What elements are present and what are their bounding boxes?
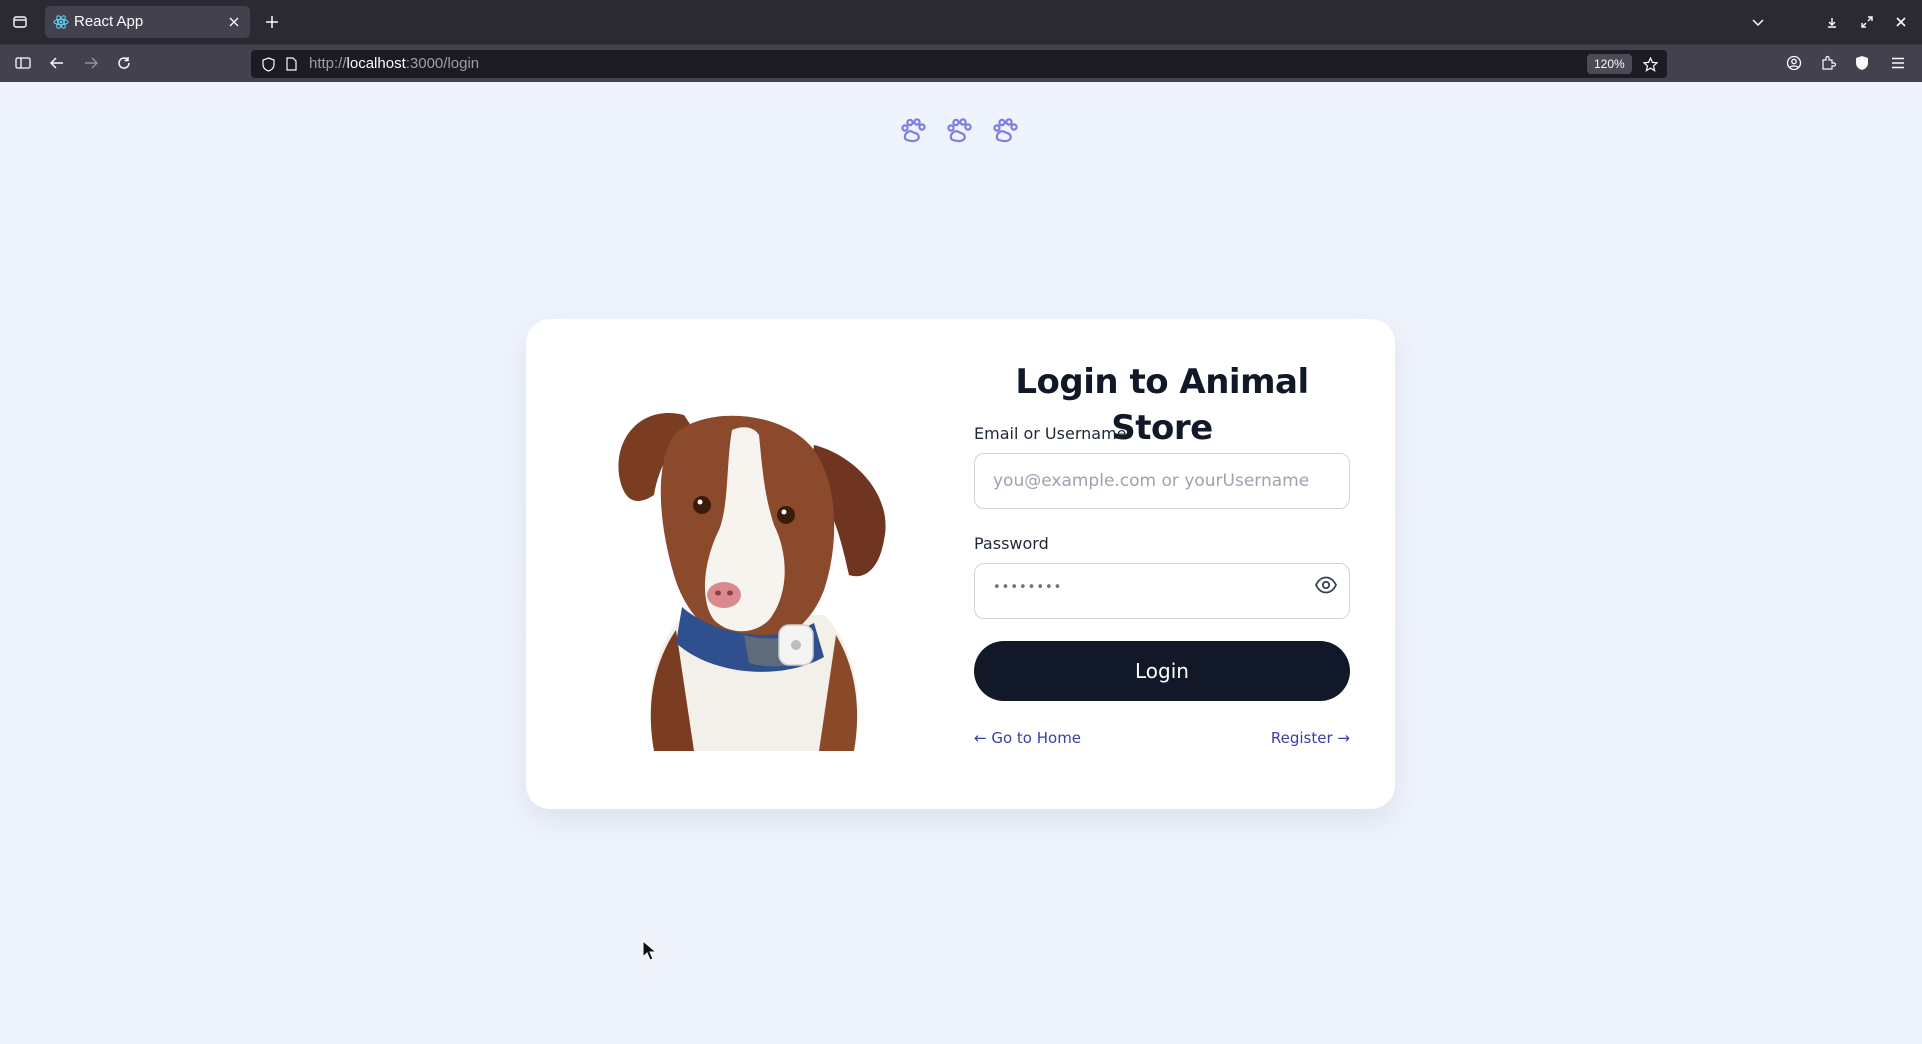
page-viewport: Login to Animal Store Email or Username … bbox=[0, 82, 1922, 1044]
register-link[interactable]: Register → bbox=[1271, 729, 1350, 747]
paw-decoration bbox=[900, 117, 1018, 151]
dog-illustration bbox=[618, 413, 886, 751]
extensions-icon[interactable] bbox=[1818, 53, 1838, 73]
tab-overview-icon[interactable] bbox=[10, 12, 30, 32]
form-links: ← Go to Home Register → bbox=[974, 729, 1350, 747]
page-title: Login to Animal Store bbox=[1015, 362, 1309, 448]
url-text[interactable]: http://localhost:3000/login bbox=[309, 55, 479, 72]
login-card: Login to Animal Store Email or Username … bbox=[526, 319, 1395, 809]
minimize-window-icon[interactable] bbox=[1822, 12, 1842, 32]
paw-icon bbox=[947, 118, 972, 143]
close-tab-icon[interactable] bbox=[226, 14, 242, 30]
account-icon[interactable] bbox=[1784, 53, 1804, 73]
url-path: :3000/login bbox=[405, 55, 480, 72]
tab-title: React App bbox=[74, 13, 144, 30]
new-tab-icon[interactable] bbox=[262, 12, 282, 32]
shield-icon[interactable] bbox=[260, 56, 276, 72]
password-placeholder-dots: •••••••• bbox=[993, 580, 1063, 595]
react-logo-icon bbox=[53, 14, 69, 30]
browser-tab-react-app[interactable]: React App bbox=[45, 6, 250, 38]
email-field[interactable] bbox=[974, 453, 1350, 509]
forward-arrow-icon[interactable] bbox=[81, 53, 101, 73]
menu-hamburger-icon[interactable] bbox=[1888, 53, 1908, 73]
reload-icon[interactable] bbox=[114, 53, 134, 73]
url-scheme: http:// bbox=[309, 55, 347, 72]
restore-window-icon[interactable] bbox=[1857, 12, 1877, 32]
list-all-tabs-icon[interactable] bbox=[1748, 12, 1768, 32]
login-button[interactable]: Login bbox=[974, 641, 1350, 701]
browser-tab-bar: React App bbox=[0, 0, 1922, 44]
address-bar[interactable]: http://localhost:3000/login 120% bbox=[251, 50, 1667, 78]
password-field-wrapper: •••••••• bbox=[974, 563, 1350, 619]
paw-icon bbox=[993, 118, 1018, 143]
privacy-shield-icon[interactable] bbox=[1852, 53, 1872, 73]
close-window-icon[interactable] bbox=[1891, 12, 1911, 32]
page-info-icon[interactable] bbox=[283, 56, 299, 72]
zoom-level-badge[interactable]: 120% bbox=[1587, 54, 1632, 74]
eye-icon[interactable] bbox=[1314, 573, 1338, 597]
navigation-toolbar: http://localhost:3000/login 120% bbox=[0, 44, 1922, 82]
mouse-cursor-icon bbox=[642, 940, 658, 961]
login-form: Login to Animal Store Email or Username … bbox=[974, 359, 1350, 747]
paw-icon bbox=[901, 118, 926, 143]
password-label: Password bbox=[974, 534, 1049, 553]
back-arrow-icon[interactable] bbox=[47, 53, 67, 73]
bookmark-star-icon[interactable] bbox=[1641, 55, 1659, 73]
url-host: localhost bbox=[346, 55, 406, 72]
sidebar-toggle-icon[interactable] bbox=[13, 53, 33, 73]
go-to-home-link[interactable]: ← Go to Home bbox=[974, 729, 1081, 747]
